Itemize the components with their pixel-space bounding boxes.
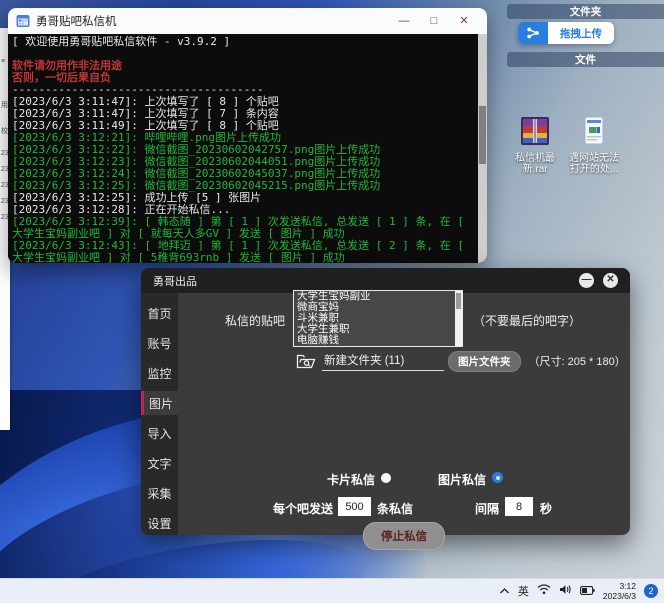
send-count-prefix: 每个吧发送 <box>273 500 333 517</box>
console-app-icon <box>16 14 30 28</box>
tieba-note: （不要最后的吧字） <box>473 312 581 329</box>
send-count-input[interactable] <box>338 497 371 516</box>
clock-date: 2023/6/3 <box>603 591 636 601</box>
app-window: 勇哥出品 — ✕ 首页 账号 监控 图片 导入 文字 采集 设置 私信的贴吧 大… <box>141 268 630 535</box>
clock-time: 3:12 <box>603 581 636 591</box>
console-window: 勇哥贴吧私信机 — □ ✕ [ 欢迎使用勇哥贴吧私信软件 - v3.9.2 ] … <box>8 8 487 263</box>
console-titlebar[interactable]: 勇哥贴吧私信机 — □ ✕ <box>8 8 487 34</box>
minimize-button[interactable]: — <box>579 273 594 288</box>
tray-clock[interactable]: 3:12 2023/6/3 <box>603 581 636 601</box>
tieba-label: 私信的贴吧 <box>225 312 285 329</box>
image-folder-row: 新建文件夹 (11) 图片文件夹 （尺寸: 205 * 180） <box>296 350 626 372</box>
image-size-note: （尺寸: 205 * 180） <box>529 353 626 369</box>
drag-upload-pill[interactable]: 拖拽上传 <box>518 22 614 44</box>
console-log-area[interactable]: [ 欢迎使用勇哥贴吧私信软件 - v3.9.2 ] 软件请勿用作非法用途 否则，… <box>8 34 487 263</box>
sidebar-item-image[interactable]: 图片 <box>141 391 178 415</box>
listbox-scrollbar[interactable] <box>455 291 462 346</box>
sidebar-item-home[interactable]: 首页 <box>141 301 178 325</box>
interval-unit: 秒 <box>540 500 552 517</box>
ime-indicator[interactable]: 英 <box>518 583 529 599</box>
folder-name-field[interactable]: 新建文件夹 (11) <box>322 352 444 371</box>
interval-label: 间隔 <box>475 500 499 517</box>
notification-badge[interactable]: 2 <box>644 584 658 598</box>
message-type-row: 卡片私信 图片私信 <box>178 471 630 487</box>
image-message-radio[interactable] <box>492 472 503 483</box>
app-window-title: 勇哥出品 <box>153 273 570 289</box>
close-button[interactable]: ✕ <box>603 273 618 288</box>
sidebar-item-monitor[interactable]: 监控 <box>141 361 178 385</box>
app-content: 私信的贴吧 大学生宝妈副业 微商宝妈 斗米兼职 大学生兼职 电脑赚钱 （不要最后… <box>178 293 630 535</box>
console-log-line: [2023/6/3 3:12:39]: [ 韩态随 ] 第 [ 1 ] 次发送私… <box>12 216 473 240</box>
sidebar-item-account[interactable]: 账号 <box>141 331 178 355</box>
card-message-radio[interactable] <box>381 473 391 483</box>
send-settings-row: 每个吧发送 条私信 间隔 秒 <box>178 497 630 517</box>
desktop-icon-rar[interactable]: 私信机最 新.rar <box>504 116 566 175</box>
console-log-line: [2023/6/3 3:12:43]: [ 地拜迈 ] 第 [ 1 ] 次发送私… <box>12 240 473 263</box>
minimize-button[interactable]: — <box>389 8 419 34</box>
image-message-label: 图片私信 <box>438 471 486 488</box>
console-log-line: [ 欢迎使用勇哥贴吧私信软件 - v3.9.2 ] <box>12 36 473 48</box>
console-window-title: 勇哥贴吧私信机 <box>36 13 389 29</box>
upload-folder-label: 文件夹 <box>570 4 602 19</box>
maximize-button[interactable]: □ <box>419 8 449 34</box>
document-icon <box>582 116 606 151</box>
card-message-label: 卡片私信 <box>327 471 375 488</box>
icon-label: 遇网站无法 打开的处... <box>563 153 625 175</box>
tieba-list-item[interactable]: 电脑赚钱 <box>294 335 462 346</box>
winrar-icon <box>519 116 551 151</box>
app-sidebar: 首页 账号 监控 图片 导入 文字 采集 设置 <box>141 293 178 535</box>
listbox-scrollbar-thumb[interactable] <box>456 293 461 309</box>
sidebar-item-import[interactable]: 导入 <box>141 421 178 445</box>
system-tray: 英 3:12 2023/6/3 2 <box>499 579 658 603</box>
upload-file-bar[interactable]: 文件 <box>507 52 664 67</box>
desktop: ≡ 用教 校日 23/ 23/ 23/ 23/ 23/ 文件夹 拖拽上传 文件 … <box>0 0 664 603</box>
icon-label: 私信机最 新.rar <box>504 153 566 175</box>
send-count-suffix: 条私信 <box>377 500 413 517</box>
tray-chevron-icon[interactable] <box>499 582 510 600</box>
sidebar-item-settings[interactable]: 设置 <box>141 511 178 535</box>
volume-icon[interactable] <box>559 582 572 600</box>
taskbar: 英 3:12 2023/6/3 2 <box>0 578 664 603</box>
netdisk-share-icon <box>518 22 548 44</box>
sidebar-item-text[interactable]: 文字 <box>141 451 178 475</box>
battery-icon[interactable] <box>580 582 595 600</box>
stop-message-button[interactable]: 停止私信 <box>363 522 445 550</box>
drag-upload-label: 拖拽上传 <box>548 22 614 44</box>
close-button[interactable]: ✕ <box>449 8 479 34</box>
console-scrollbar[interactable] <box>478 34 487 263</box>
desktop-icon-document[interactable]: 遇网站无法 打开的处... <box>563 116 625 175</box>
upload-file-label: 文件 <box>575 52 596 67</box>
interval-input[interactable] <box>505 497 533 516</box>
console-scrollbar-thumb[interactable] <box>479 106 486 164</box>
folder-search-icon <box>296 353 316 370</box>
upload-folder-bar[interactable]: 文件夹 <box>507 4 664 19</box>
sidebar-item-collect[interactable]: 采集 <box>141 481 178 505</box>
image-folder-button[interactable]: 图片文件夹 <box>448 351 521 372</box>
tieba-listbox[interactable]: 大学生宝妈副业 微商宝妈 斗米兼职 大学生兼职 电脑赚钱 <box>293 290 463 347</box>
wifi-icon[interactable] <box>537 582 551 600</box>
